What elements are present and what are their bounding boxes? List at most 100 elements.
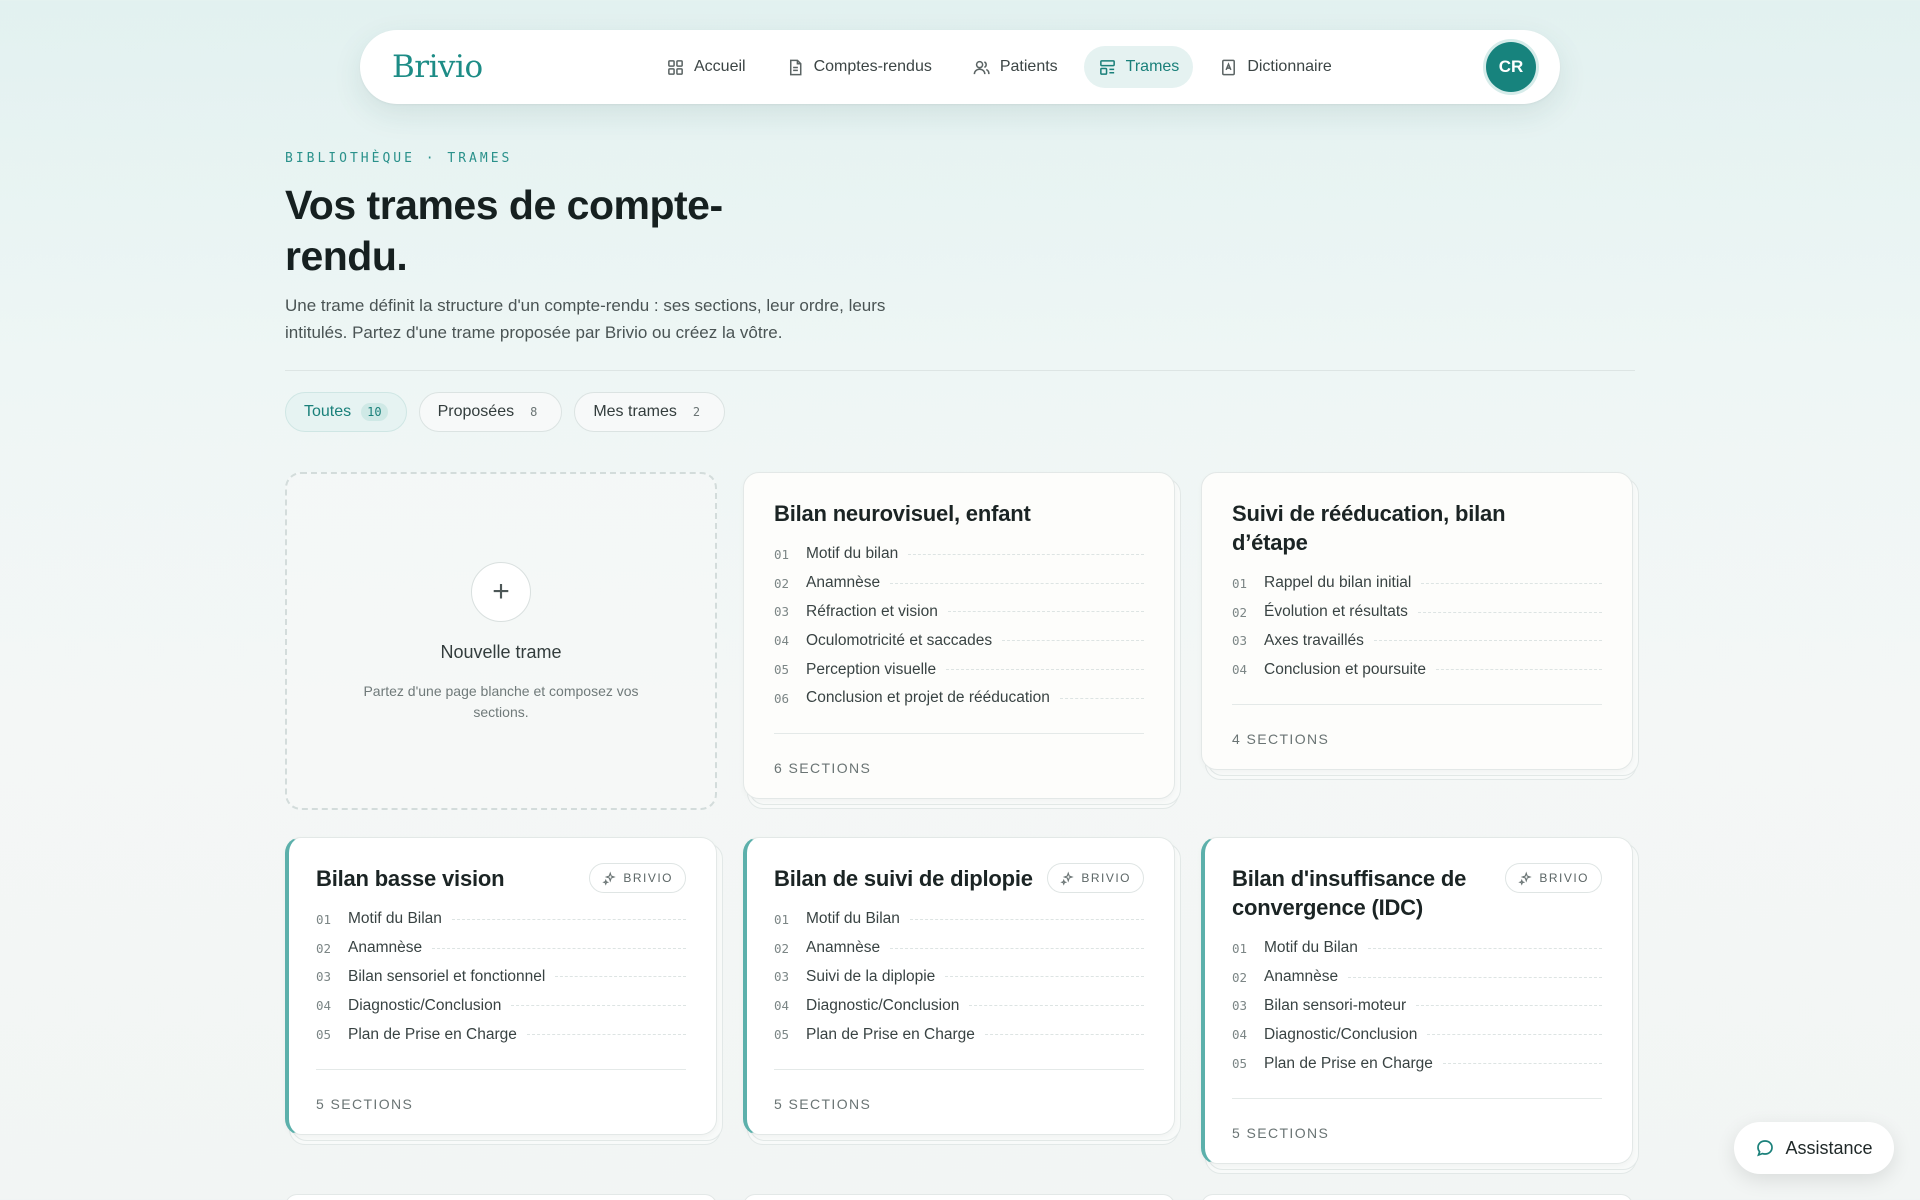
template-card-wrap: Suivi de rééducation, bilan d’étape 01 Rap…: [1201, 472, 1639, 781]
section-item: 03 Suivi de la diplopie: [774, 963, 1144, 992]
section-label: Bilan sensoriel et fonctionnel: [348, 967, 546, 985]
section-number: 02: [316, 940, 332, 956]
template-card[interactable]: Bilan d'insuffisance de convergence (IDC…: [1201, 837, 1633, 1164]
chat-bubble-icon: [1757, 1140, 1774, 1157]
section-item: 01 Rappel du bilan initial: [1232, 569, 1602, 598]
nav-item-trames[interactable]: Trames: [1083, 46, 1194, 88]
section-label: Oculomotricité et saccades: [806, 631, 993, 649]
section-number: 05: [774, 662, 790, 678]
assistance-button[interactable]: Assistance: [1734, 1122, 1894, 1174]
brivio-badge: BRIVIO: [1047, 863, 1144, 893]
filter-chips: Toutes 10 Proposées 8 Mes trames 2: [285, 392, 726, 432]
section-label: Réfraction et vision: [806, 602, 938, 620]
template-card-wrap: Bilan d'insuffisance de convergence (IDC…: [1201, 837, 1639, 1174]
template-card[interactable]: Bilan de suivi de diplopie BRIVIO 01 Motif …: [743, 837, 1175, 1135]
section-label: Motif du Bilan: [348, 910, 442, 928]
template-card[interactable]: Bilan neurovisuel, enfant 01 Motif du bila…: [743, 472, 1175, 799]
section-list: 01 Rappel du bilan initial 02 Évolution et …: [1232, 569, 1602, 684]
template-card-wrap: Bilan basse vision BRIVIO 01 Motif du Bilan…: [285, 837, 723, 1145]
section-leader-line: [890, 947, 1144, 949]
section-item: 06 Conclusion et projet de rééducation: [774, 684, 1144, 713]
section-number: 01: [1232, 575, 1248, 591]
section-number: 04: [1232, 662, 1248, 678]
section-leader-line: [946, 669, 1144, 671]
section-number: 06: [774, 690, 790, 706]
section-leader-line: [451, 918, 686, 920]
template-card-wrap: Bilan neurovisuel, enfant 01 Motif du bila…: [743, 472, 1181, 809]
template-card[interactable]: Bilan basse vision BRIVIO 01 Motif du Bilan…: [285, 837, 717, 1135]
section-item: 05 Perception visuelle: [774, 655, 1144, 684]
section-number: 04: [774, 998, 790, 1014]
section-label: Axes travaillés: [1264, 631, 1364, 649]
book-icon: [1222, 59, 1236, 75]
section-number: 02: [1232, 604, 1248, 620]
section-leader-line: [908, 553, 1144, 555]
section-label: Motif du Bilan: [1264, 939, 1358, 957]
section-item: 03 Bilan sensori-moteur: [1232, 992, 1602, 1021]
brand-logo[interactable]: Brivio: [392, 49, 552, 85]
filter-proposees[interactable]: Proposées 8: [418, 392, 563, 432]
section-item: 04 Diagnostic/Conclusion: [316, 991, 686, 1020]
new-template-description: Partez d'une page blanche et composez vo…: [363, 683, 639, 720]
filter-mes-trames[interactable]: Mes trames 2: [574, 392, 726, 432]
card-title: Bilan basse vision: [316, 866, 505, 891]
nav-item-patients[interactable]: Patients: [958, 46, 1072, 88]
section-leader-line: [909, 918, 1144, 920]
card-title: Bilan neurovisuel, enfant: [774, 501, 1031, 526]
section-number: 03: [1232, 633, 1248, 649]
users-icon: [973, 60, 990, 74]
section-item: 01 Motif du Bilan: [1232, 934, 1602, 963]
section-label: Bilan sensori-moteur: [1264, 996, 1407, 1014]
section-number: 01: [774, 546, 790, 562]
new-template-title: Nouvelle trame: [440, 642, 562, 662]
section-leader-line: [969, 1005, 1144, 1007]
breadcrumb: BIBLIOTHÈQUE · TRAMES: [285, 151, 513, 166]
sparkle-icon: [1518, 871, 1533, 886]
section-label: Plan de Prise en Charge: [806, 1025, 975, 1043]
nav-item-dictionnaire[interactable]: Dictionnaire: [1205, 46, 1345, 88]
nav-item-comptes-rendus[interactable]: Comptes-rendus: [772, 46, 946, 88]
card-peek: [1201, 1194, 1633, 1200]
section-label: Anamnèse: [806, 939, 881, 957]
section-item: 05 Plan de Prise en Charge: [1232, 1049, 1602, 1078]
document-icon: [789, 59, 802, 75]
card-header: Bilan basse vision BRIVIO: [316, 863, 686, 893]
section-number: 01: [1232, 940, 1248, 956]
section-leader-line: [1416, 1005, 1602, 1007]
filter-toutes[interactable]: Toutes 10: [285, 392, 407, 432]
section-label: Perception visuelle: [806, 660, 937, 678]
sparkle-icon: [602, 871, 617, 886]
nav-item-label: Comptes-rendus: [813, 58, 932, 75]
template-card[interactable]: Suivi de rééducation, bilan d’étape 01 Rap…: [1201, 472, 1633, 771]
section-list: 01 Motif du Bilan 02 Anamnèse 03 Bilan sensor…: [1232, 934, 1602, 1078]
section-leader-line: [1421, 582, 1602, 584]
section-label: Motif du bilan: [806, 545, 899, 563]
section-item: 04 Oculomotricité et saccades: [774, 626, 1144, 655]
section-leader-line: [1442, 1063, 1602, 1065]
plus-icon: +: [471, 562, 531, 622]
section-count: 5 SECTIONS: [316, 1068, 686, 1112]
sparkle-icon: [1060, 871, 1075, 886]
page-description: Une trame définit la structure d'un comp…: [285, 296, 886, 342]
section-label: Plan de Prise en Charge: [1264, 1054, 1433, 1072]
card-title: Bilan d'insuffisance de convergence (IDC…: [1232, 866, 1467, 920]
badge-label: BRIVIO: [1539, 871, 1589, 885]
user-avatar[interactable]: CR: [1486, 42, 1536, 92]
section-leader-line: [1367, 947, 1602, 949]
filter-label: Proposées: [437, 403, 515, 420]
section-number: 04: [1232, 1027, 1248, 1043]
section-number: 05: [1232, 1056, 1248, 1072]
section-number: 02: [774, 575, 790, 591]
nav-item-label: Dictionnaire: [1247, 58, 1332, 75]
template-icon: [1099, 59, 1115, 75]
card-peek: [743, 1194, 1175, 1200]
section-leader-line: [945, 976, 1144, 978]
section-number: 04: [774, 633, 790, 649]
section-number: 01: [316, 911, 332, 927]
new-template-card[interactable]: + Nouvelle trame Partez d'une page blanc…: [285, 472, 717, 810]
section-item: 02 Anamnèse: [774, 934, 1144, 963]
nav-items: Accueil Comptes-rendus Patients Trames D…: [652, 46, 1346, 88]
filter-count: 10: [361, 403, 388, 421]
section-count: 4 SECTIONS: [1232, 704, 1602, 747]
nav-item-accueil[interactable]: Accueil: [652, 46, 760, 88]
